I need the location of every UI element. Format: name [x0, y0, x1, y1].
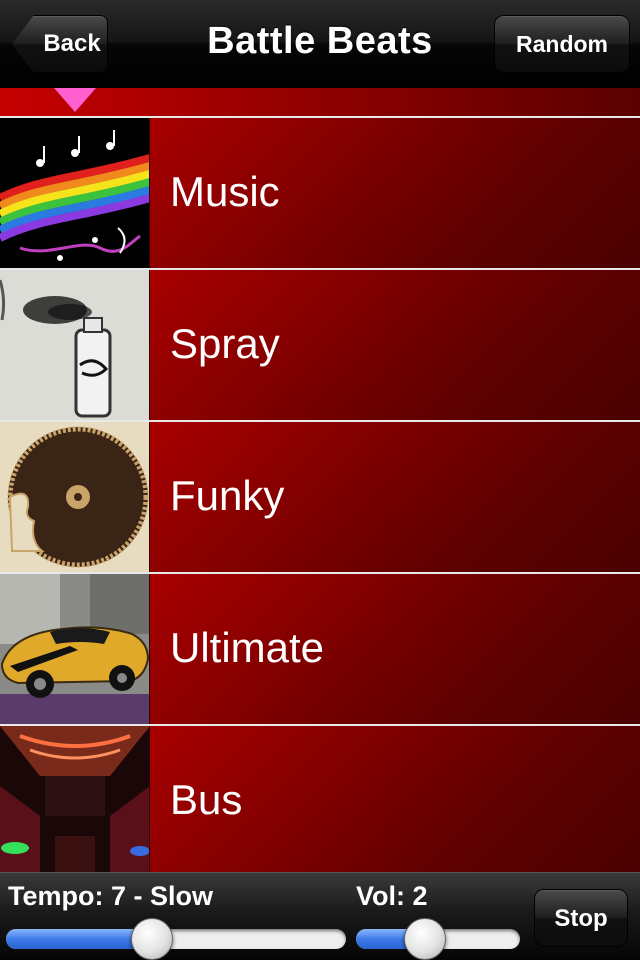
stop-button-label: Stop	[554, 905, 608, 932]
list-item-label: Ultimate	[170, 624, 325, 671]
volume-slider-knob[interactable]	[403, 918, 446, 960]
random-button-label: Random	[516, 31, 608, 57]
tempo-slider[interactable]	[6, 929, 346, 949]
funky-vinyl-record-face-image	[0, 422, 150, 572]
list-item-spray[interactable]: Spray	[0, 268, 640, 420]
navigation-bar: Back Battle Beats Random	[0, 0, 640, 88]
yellow-sports-car-image	[0, 574, 150, 724]
volume-label: Vol: 2	[356, 881, 428, 911]
spray-can-graffiti-image	[0, 270, 150, 420]
playback-control-bar: Tempo: 7 - Slow Vol: 2 Stop	[0, 872, 640, 960]
selection-indicator-icon	[54, 88, 96, 112]
list-item-music[interactable]: Music	[0, 116, 640, 268]
list-item-bus[interactable]: Bus	[0, 724, 640, 876]
random-button[interactable]: Random	[494, 15, 630, 73]
list-item-funky[interactable]: Funky	[0, 420, 640, 572]
beat-list: Music Spray Funky Ultimate Bus	[0, 116, 640, 876]
list-item-label: Spray	[170, 320, 280, 367]
list-item-label: Bus	[170, 776, 243, 823]
list-header-strip	[0, 88, 640, 116]
list-item-ultimate[interactable]: Ultimate	[0, 572, 640, 724]
party-bus-interior-image	[0, 726, 150, 876]
stop-button[interactable]: Stop	[534, 889, 628, 947]
list-item-label: Funky	[170, 472, 285, 519]
rainbow-music-notes-image	[0, 118, 150, 268]
tempo-slider-knob[interactable]	[131, 918, 174, 960]
tempo-label: Tempo: 7 - Slow	[8, 881, 214, 911]
list-item-label: Music	[170, 168, 280, 215]
